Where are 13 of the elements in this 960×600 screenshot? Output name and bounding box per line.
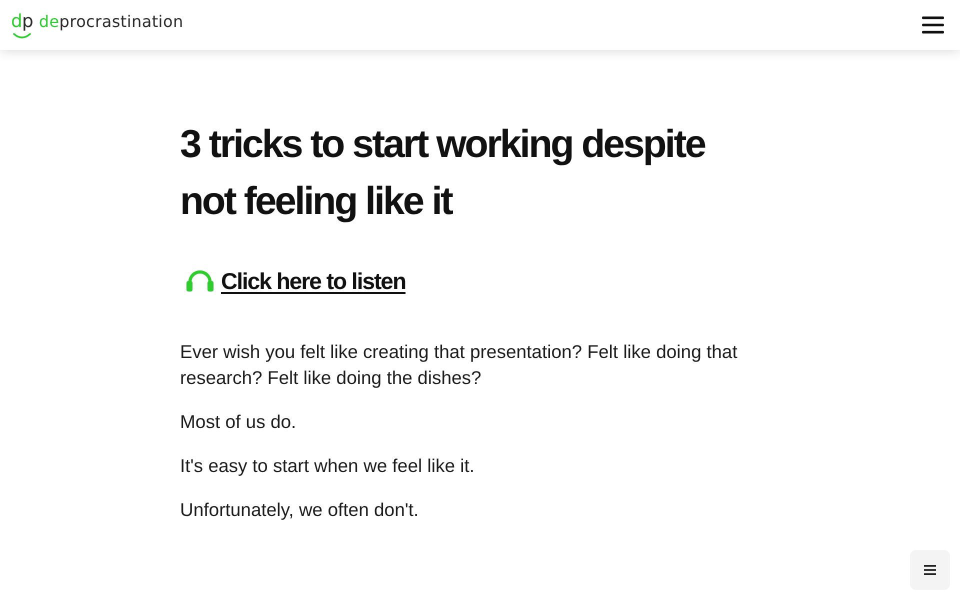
article-title: 3 tricks to start working despite not feeling like it xyxy=(180,122,706,225)
menu-button[interactable] xyxy=(910,550,950,590)
smile-icon xyxy=(12,33,31,39)
menu-icon xyxy=(922,16,944,34)
menu-icon xyxy=(924,564,936,576)
logo-text[interactable]: deprocrastination xyxy=(38,12,184,32)
logo-mark[interactable]: dp xyxy=(11,11,33,33)
body-paragraph: Ever wish you felt like creating that presentation? Felt like doing that research? Felt like doing the dishes? xyxy=(180,340,738,390)
body-paragraph: It's easy to start when we feel like it. xyxy=(180,454,476,478)
headphones-icon xyxy=(186,270,214,292)
body-paragraph: Most of us do. xyxy=(180,410,298,434)
listen-link[interactable]: Click here to listen xyxy=(221,266,406,296)
body-paragraph: Unfortunately, we often don't. xyxy=(180,498,420,522)
